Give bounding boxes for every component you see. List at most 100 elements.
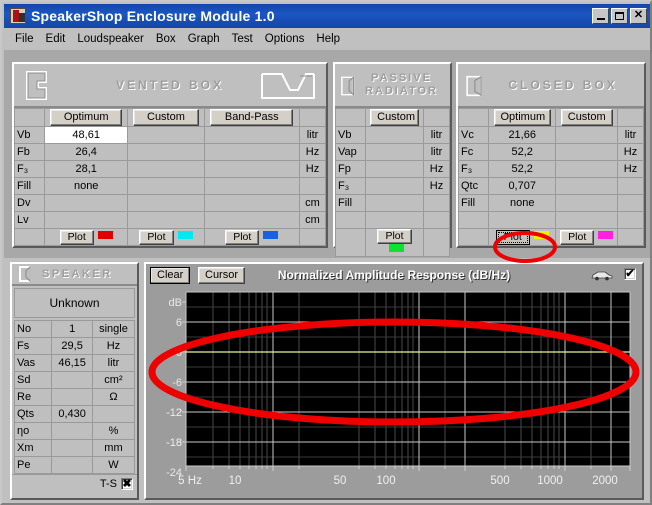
vented-fb-bandpass[interactable] (203, 143, 301, 161)
pr-blank-custom[interactable] (365, 211, 424, 229)
vented-vb-custom[interactable] (127, 126, 205, 144)
cb-fill-optimum[interactable]: none (487, 194, 557, 212)
cb-optimum-tab[interactable]: Optimum (493, 109, 551, 126)
speaker-qts-value[interactable]: 0,430 (51, 405, 93, 423)
vented-fb-custom[interactable] (127, 143, 205, 161)
speaker-eta-value[interactable] (51, 422, 93, 440)
closed-box-custom-plot-button[interactable]: Plot (560, 229, 595, 245)
table-row: Sd cm² (13, 371, 136, 389)
vented-vb-bandpass[interactable] (203, 126, 301, 144)
cb-f3-optimum[interactable]: 52,2 (487, 160, 557, 178)
vented-f3-bandpass[interactable] (203, 160, 301, 178)
speaker-vas-value[interactable]: 46,15 (51, 354, 93, 372)
vented-fb-optimum[interactable]: 26,4 (43, 143, 129, 161)
row-unit: Ω (91, 388, 136, 406)
cb-blank-custom[interactable] (555, 211, 618, 229)
closed-box-panel: CLOSED BOX Optimum Custom Vc 21,66 litr … (456, 62, 646, 248)
menu-item-graph[interactable]: Graph (182, 32, 226, 46)
pr-vap-custom[interactable] (365, 143, 424, 161)
vented-f3-optimum[interactable]: 28,1 (43, 160, 129, 178)
menu-item-test[interactable]: Test (226, 32, 259, 46)
graph-overlay-checkbox[interactable]: ✔ (624, 268, 636, 280)
ts-checkbox[interactable]: ✖ (121, 477, 133, 490)
pr-vb-custom[interactable] (365, 126, 424, 144)
vented-f3-custom[interactable] (127, 160, 205, 178)
pr-fill-custom[interactable] (365, 194, 424, 212)
speaker-fs-value[interactable]: 29,5 (51, 337, 93, 355)
cb-fill-custom[interactable] (555, 194, 618, 212)
vented-lv-optimum[interactable] (43, 211, 129, 229)
car-icon[interactable] (590, 269, 614, 281)
vented-dv-bandpass[interactable] (203, 194, 301, 212)
cb-fc-custom[interactable] (555, 143, 618, 161)
row-unit: cm² (91, 371, 136, 389)
vented-box-column-headers: Optimum Custom Band-Pass (14, 108, 326, 127)
pr-fp-custom[interactable] (365, 160, 424, 178)
vented-optimum-tab[interactable]: Optimum (50, 109, 123, 126)
pr-custom-plot-button[interactable]: Plot (377, 229, 412, 244)
maximize-button[interactable] (611, 8, 628, 24)
row-label: Qts (13, 405, 53, 423)
row-unit: litr (423, 126, 450, 144)
passive-radiator-panel: PASSIVE RADIATOR Custom Vb litr Vap litr… (333, 62, 452, 257)
speaker-pe-value[interactable] (51, 456, 93, 474)
menu-item-help[interactable]: Help (310, 32, 346, 46)
cb-custom-tab[interactable]: Custom (560, 109, 613, 126)
vented-bandpass-tab[interactable]: Band-Pass (210, 109, 294, 126)
row-unit: litr (91, 354, 136, 372)
cb-qtc-optimum[interactable]: 0,707 (487, 177, 557, 195)
graph-title: Normalized Amplitude Response (dB/Hz) (277, 268, 511, 282)
graph-plot-area[interactable]: dB 6 0 -6 -12 -18 x (148, 288, 640, 496)
vented-vb-optimum[interactable]: 48,61 (43, 126, 129, 144)
table-row: Fp Hz (335, 160, 450, 178)
svg-text:-18: -18 (166, 437, 182, 449)
row-unit: cm (299, 211, 326, 229)
vented-bandpass-plot-button[interactable]: Plot (225, 229, 260, 245)
close-button[interactable]: ✕ (630, 8, 647, 24)
speaker-config-value[interactable]: single (91, 320, 136, 338)
vented-dv-custom[interactable] (127, 194, 205, 212)
menu-item-options[interactable]: Options (259, 32, 311, 46)
menu-item-file[interactable]: File (9, 32, 40, 46)
cb-f3-custom[interactable] (555, 160, 618, 178)
table-row: Fill none (14, 177, 326, 195)
vented-fill-optimum[interactable]: none (43, 177, 129, 195)
closed-box-optimum-plot-button[interactable]: Plot (495, 229, 530, 245)
cb-vc-optimum[interactable]: 21,66 (487, 126, 557, 144)
vented-lv-bandpass[interactable] (203, 211, 301, 229)
table-row: Vas 46,15 litr (13, 354, 136, 372)
table-row: Fill none (458, 194, 644, 212)
vented-dv-optimum[interactable] (43, 194, 129, 212)
cb-vc-custom[interactable] (555, 126, 618, 144)
cb-fc-optimum[interactable]: 52,2 (487, 143, 557, 161)
menu-item-box[interactable]: Box (150, 32, 182, 46)
vented-fill-custom[interactable] (127, 177, 205, 195)
vented-box-header: VENTED BOX (14, 64, 326, 108)
vented-custom-plot-button[interactable]: Plot (139, 229, 174, 245)
pr-custom-tab[interactable]: Custom (370, 109, 419, 126)
row-label: ηo (13, 422, 53, 440)
vented-custom-tab[interactable]: Custom (133, 109, 199, 126)
table-row: ηo % (13, 422, 136, 440)
speaker-re-value[interactable] (51, 388, 93, 406)
vented-lv-custom[interactable] (127, 211, 205, 229)
svg-text:-12: -12 (166, 407, 182, 419)
row-label: Vap (335, 143, 366, 161)
pr-column-headers: Custom (335, 108, 450, 127)
minimize-button[interactable] (592, 8, 609, 24)
speaker-no-value[interactable]: 1 (51, 320, 93, 338)
vented-fill-bandpass[interactable] (203, 177, 301, 195)
pr-f3-custom[interactable] (365, 177, 424, 195)
speaker-sd-value[interactable] (51, 371, 93, 389)
cb-qtc-custom[interactable] (555, 177, 618, 195)
speaker-footer: T-S ✖ (12, 474, 137, 492)
table-row: Dv cm (14, 194, 326, 212)
speaker-xm-value[interactable] (51, 439, 93, 457)
row-label: Fb (14, 143, 45, 161)
menu-item-edit[interactable]: Edit (40, 32, 72, 46)
row-label: Fill (335, 194, 366, 212)
menu-item-loudspeaker[interactable]: Loudspeaker (71, 32, 150, 46)
cb-blank-optimum[interactable] (487, 211, 557, 229)
vented-optimum-plot-button[interactable]: Plot (59, 229, 94, 245)
speaker-name-field[interactable]: Unknown (14, 288, 135, 318)
